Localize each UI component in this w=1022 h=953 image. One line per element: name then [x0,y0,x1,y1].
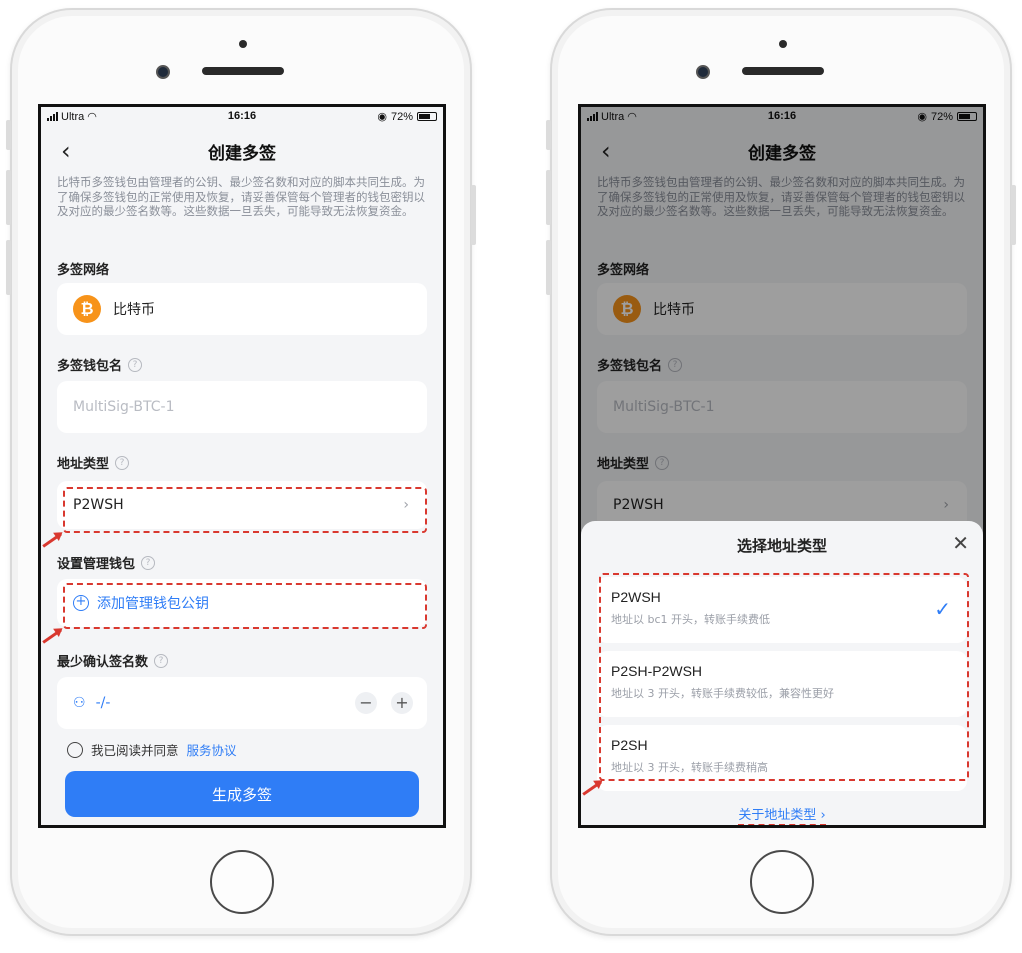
volume-up-button [546,170,551,225]
sheet-title: 选择地址类型 [736,537,827,555]
managers-label-text: 设置管理钱包 [57,557,136,572]
agree-text: 我已阅读并同意 [91,743,179,758]
close-icon[interactable]: ✕ [952,531,969,555]
help-icon[interactable]: ? [115,455,130,470]
about-address-type-text: 关于地址类型 › [738,808,826,825]
proximity-sensor [239,40,247,48]
managers-label: 设置管理钱包 ? [57,553,156,572]
earpiece-speaker [202,67,284,75]
wallet-name-label-text: 多签钱包名 [57,359,123,374]
min-sigs-label: 最少确认签名数 ? [57,651,169,670]
min-sigs-value: -/- [95,695,111,711]
volume-down-button [546,240,551,295]
status-bar: Ultra ◠ 16:16 ◉ 72% [41,107,443,127]
wallet-name-placeholder: MultiSig-BTC-1 [73,399,175,415]
home-button[interactable] [210,850,274,914]
network-card: ₿ 比特币 [57,283,427,335]
mute-switch [546,120,551,150]
stepper-controls: − + [355,692,413,714]
decrement-button[interactable]: − [355,692,377,714]
wallet-name-label: 多签钱包名 ? [57,355,143,374]
help-icon[interactable]: ? [128,357,143,372]
help-icon[interactable]: ? [141,555,156,570]
annotation-box [63,487,427,533]
power-button [1011,185,1016,245]
annotation-box [63,583,427,629]
proximity-sensor [779,40,787,48]
help-icon[interactable]: ? [154,653,169,668]
agree-checkbox[interactable] [67,741,83,758]
home-button[interactable] [750,850,814,914]
annotation-arrow [42,628,62,644]
generate-multisig-button[interactable]: 生成多签 [65,771,419,817]
increment-button[interactable]: + [391,692,413,714]
bitcoin-icon: ₿ [73,295,101,323]
battery-icon [417,112,437,121]
annotation-arrow [582,780,602,796]
network-label: 多签网络 [57,259,109,278]
about-address-type-link[interactable]: 关于地址类型 › [581,804,983,825]
annotation-box [599,573,969,781]
network-value: 比特币 [113,302,155,318]
intro-text: 比特币多签钱包由管理者的公钥、最少签名数和对应的脚本共同生成。为了确保多签钱包的… [57,175,425,218]
agreement-row: 我已阅读并同意 服务协议 [67,740,237,759]
front-camera-icon [696,65,710,79]
annotation-arrow [42,532,62,548]
network-label-text: 多签网络 [57,263,110,278]
lock-rotation-icon: ◉ [377,111,387,123]
users-icon: ⚇ [73,695,86,711]
address-type-label-text: 地址类型 [57,457,110,472]
screen-create-multisig: Ultra ◠ 16:16 ◉ 72% ‹ 创建多签 比特币多签钱包由管理者的公… [38,104,446,828]
volume-down-button [6,240,11,295]
service-agreement-link[interactable]: 服务协议 [187,740,237,759]
min-sigs-label-text: 最少确认签名数 [57,655,149,670]
address-type-sheet: 选择地址类型 ✕ P2WSH 地址以 bc1 开头，转账手续费低 ✓ P2SH-… [581,521,983,825]
min-sigs-stepper: ⚇ -/- − + [57,677,427,729]
volume-up-button [6,170,11,225]
earpiece-speaker [742,67,824,75]
power-button [471,185,476,245]
page-title: 创建多签 [208,144,276,164]
wallet-name-input[interactable]: MultiSig-BTC-1 [57,381,427,433]
front-camera-icon [156,65,170,79]
address-type-label: 地址类型 ? [57,453,130,472]
battery: ◉ 72% [377,110,437,123]
nav-bar: ‹ 创建多签 [41,135,443,167]
stage: Ultra ◠ 16:16 ◉ 72% ‹ 创建多签 比特币多签钱包由管理者的公… [0,0,1022,953]
screen-address-type-sheet: Ultra ◠ 16:16 ◉ 72% ‹ 创建多签 比特币多签钱包由管理者的公… [578,104,986,828]
mute-switch [6,120,11,150]
battery-percent: 72% [390,110,413,123]
